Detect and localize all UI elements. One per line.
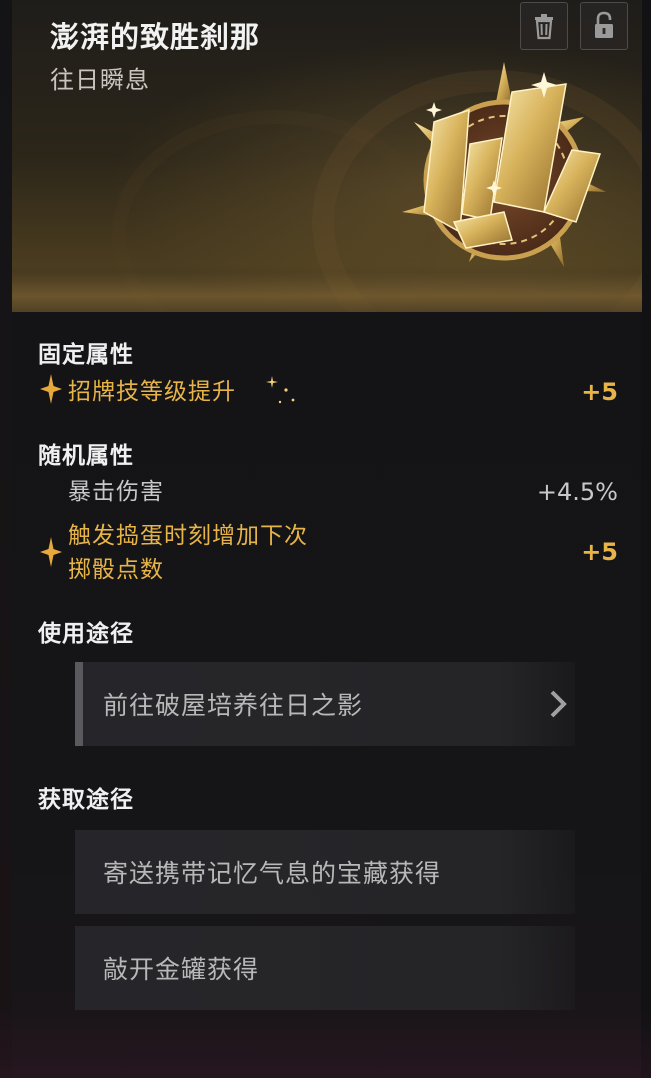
- usage-heading: 使用途径: [38, 621, 134, 647]
- fixed-attributes-heading: 固定属性: [38, 342, 134, 368]
- route-accent-bar: [75, 662, 83, 746]
- lock-icon: [595, 11, 613, 38]
- acquire-route-item: 寄送携带记忆气息的宝藏获得: [75, 830, 575, 914]
- random-attribute-label-dice-line1: 触发捣蛋时刻增加下次: [68, 523, 308, 549]
- gold-shard-emblem-icon: [402, 62, 606, 267]
- delete-button[interactable]: [520, 2, 568, 50]
- sparkle-particles-icon: [266, 376, 295, 404]
- trash-icon: [535, 14, 553, 40]
- random-attribute-value-dice: +5: [581, 538, 618, 566]
- usage-route-button[interactable]: 前往破屋培养往日之影: [75, 662, 575, 746]
- gold-sparkle-icon: [40, 537, 62, 567]
- bottom-glow: [0, 1008, 651, 1078]
- item-detail-panel: 澎湃的致胜刹那 往日瞬息 固定属性 招牌技等级提升 +5 随机属性 暴击伤害 +…: [0, 0, 651, 1078]
- chevron-right-icon: [550, 690, 567, 718]
- acquire-route-label: 敲开金罐获得: [103, 955, 260, 984]
- acquire-route-label: 寄送携带记忆气息的宝藏获得: [103, 859, 442, 888]
- random-attribute-label-dice-line2: 掷骰点数: [68, 557, 164, 583]
- fixed-attribute-label: 招牌技等级提升: [68, 379, 236, 405]
- usage-route-label: 前往破屋培养往日之影: [103, 691, 364, 720]
- random-attribute-label-crit-damage: 暴击伤害: [68, 479, 164, 505]
- gold-sparkle-icon: [40, 374, 62, 404]
- random-attributes-heading: 随机属性: [38, 443, 134, 469]
- fixed-attribute-value: +5: [581, 378, 618, 406]
- panel-right-edge: [641, 0, 651, 1078]
- lock-button[interactable]: [580, 2, 628, 50]
- acquire-route-item: 敲开金罐获得: [75, 926, 575, 1010]
- panel-left-edge: [0, 0, 12, 1078]
- random-attribute-value-crit-damage: +4.5%: [536, 478, 618, 506]
- item-title: 澎湃的致胜刹那: [50, 20, 261, 54]
- item-header: 澎湃的致胜刹那 往日瞬息: [12, 0, 642, 312]
- header-floor-glow: [12, 272, 642, 312]
- acquire-heading: 获取途径: [38, 787, 134, 813]
- item-subtitle: 往日瞬息: [50, 66, 150, 94]
